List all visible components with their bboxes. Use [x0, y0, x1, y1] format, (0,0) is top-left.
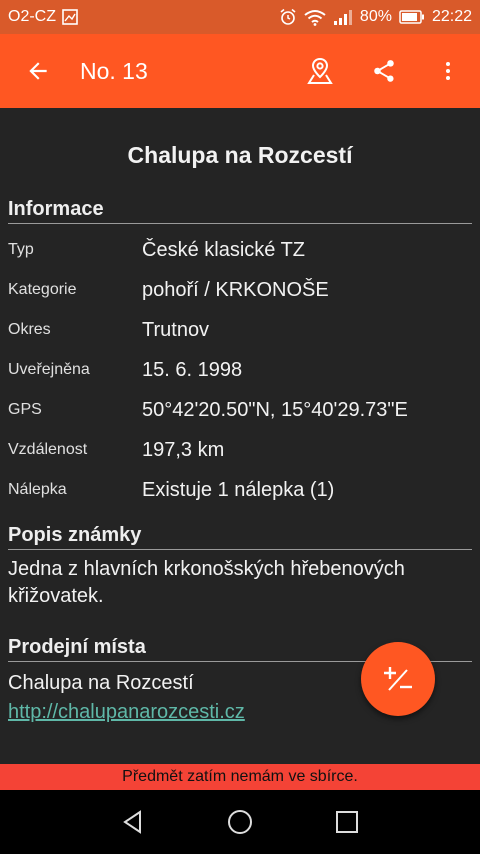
info-value: 15. 6. 1998: [142, 358, 243, 381]
share-button[interactable]: [352, 34, 416, 108]
info-label: Uveřejněna: [8, 361, 90, 378]
info-row-published: Uveřejněna 15. 6. 1998: [8, 350, 472, 390]
nav-recents-button[interactable]: [322, 797, 372, 847]
info-value: České klasické TZ: [142, 238, 306, 261]
info-label: Vzdálenost: [8, 441, 88, 458]
info-value: Trutnov: [142, 318, 210, 341]
carrier-label: O2-CZ: [8, 8, 56, 25]
alarm-icon: [279, 8, 297, 26]
section-title-description: Popis známky: [8, 524, 472, 550]
info-label: Kategorie: [8, 281, 77, 298]
image-notification-icon: [62, 9, 78, 25]
info-label: Nálepka: [8, 481, 67, 498]
toggle-collection-fab[interactable]: [361, 642, 435, 716]
info-row-category: Kategorie pohoří / KRKONOŠE: [8, 270, 472, 310]
info-row-district: Okres Trutnov: [8, 310, 472, 350]
info-row-distance: Vzdálenost 197,3 km: [8, 430, 472, 470]
square-recents-icon: [335, 811, 358, 833]
section-title-info: Informace: [8, 198, 472, 224]
plus-minus-icon: [384, 667, 412, 691]
info-value: 50°42'20.50"N, 15°40'29.73"E: [142, 398, 408, 421]
overflow-menu-button[interactable]: [416, 34, 480, 108]
triangle-back-icon: [123, 810, 142, 834]
collection-status-banner: Předmět zatím nemám ve sbírce.: [0, 764, 480, 790]
wifi-icon: [304, 9, 326, 26]
map-pin-icon: [307, 57, 333, 84]
info-label: Okres: [8, 321, 51, 338]
show-on-map-button[interactable]: [288, 34, 352, 108]
info-value: Existuje 1 nálepka (1): [142, 478, 335, 501]
battery-icon: [399, 10, 425, 24]
app-bar: No. 13: [0, 34, 480, 108]
info-label: Typ: [8, 241, 34, 258]
nav-back-button[interactable]: [108, 797, 158, 847]
info-row-sticker: Nálepka Existuje 1 nálepka (1): [8, 470, 472, 510]
info-label: GPS: [8, 401, 42, 418]
info-value: 197,3 km: [142, 438, 225, 461]
back-button[interactable]: [8, 34, 68, 108]
info-row-type: Typ České klasické TZ: [8, 230, 472, 270]
clock: 22:22: [431, 8, 472, 25]
system-nav-bar: [0, 790, 480, 854]
description-text: Jedna z hlavních krkonošských hřebenovýc…: [8, 558, 405, 607]
share-icon: [374, 60, 394, 82]
stamp-name: Chalupa na Rozcestí: [127, 142, 353, 168]
signal-icon: [333, 9, 353, 25]
nav-home-button[interactable]: [215, 797, 265, 847]
info-value: pohoří / KRKONOŠE: [142, 278, 329, 301]
more-vert-icon: [446, 62, 450, 80]
back-arrow-icon: [29, 62, 47, 80]
info-row-gps: GPS 50°42'20.50"N, 15°40'29.73"E: [8, 390, 472, 430]
status-bar: O2-CZ 80% 22:22: [0, 0, 480, 34]
page-title: No. 13: [80, 57, 148, 84]
circle-home-icon: [227, 810, 252, 834]
battery-percent: 80%: [359, 8, 392, 25]
info-list: Typ České klasické TZ Kategorie pohoří /…: [8, 230, 472, 510]
